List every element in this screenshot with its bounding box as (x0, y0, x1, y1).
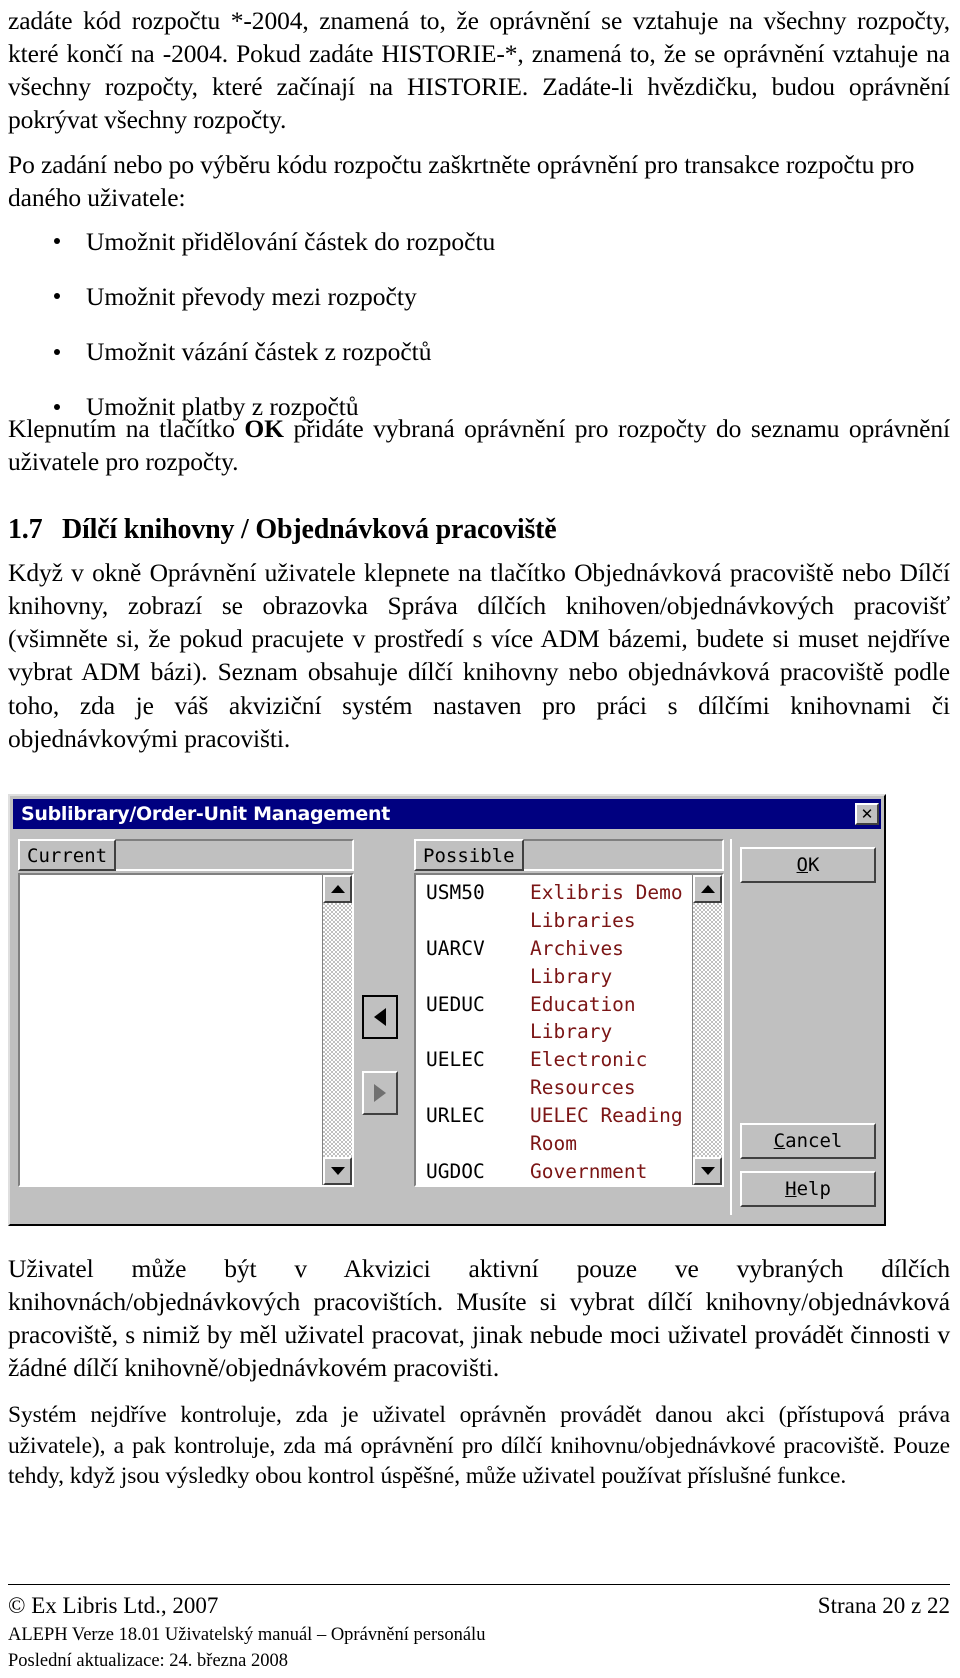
ok-instruction-prefix: Klepnutím na tlačítko (8, 414, 245, 443)
list-item-description: UELEC Reading Room (530, 1104, 683, 1155)
list-item[interactable]: UARCV Archives Library (416, 935, 692, 991)
list-item-code: UELEC (426, 1048, 485, 1072)
cancel-button-label: ancel (785, 1130, 843, 1152)
list-item: Umožnit vázání částek z rozpočtů (8, 335, 950, 368)
current-list-items[interactable] (20, 875, 322, 1185)
page-title: 1.7 Dílčí knihovny / Objednávková pracovi… (8, 513, 950, 547)
list-item: Umožnit převody mezi rozpočty (8, 280, 950, 313)
dialog-button-column: OK Cancel Help (730, 839, 878, 1215)
bullet-dot-icon (54, 348, 60, 355)
ok-button-reference: OK (244, 414, 284, 443)
sublibrary-management-dialog: Sublibrary/Order-Unit Management ✕ Curre… (8, 794, 886, 1226)
possible-panel-header: Possible (414, 839, 724, 871)
caret-down-icon (330, 1167, 345, 1175)
list-item[interactable]: UEDUC Education Library (416, 991, 692, 1047)
manual-version-line: ALEPH Verze 18.01 Uživatelský manuál – O… (8, 1624, 486, 1645)
section-paragraph-block: Když v okně Oprávnění uživatele klepnete… (8, 556, 950, 755)
transfer-buttons (362, 995, 406, 1147)
scroll-up-button[interactable] (693, 875, 722, 903)
list-item[interactable]: UELEC Electronic Resources (416, 1046, 692, 1102)
possible-list-items[interactable]: USM50 Exlibris Demo Libraries UARCV Arch… (416, 875, 692, 1185)
scrollbar-track[interactable] (693, 903, 722, 1157)
section-heading-block: 1.7 Dílčí knihovny / Objednávková pracovi… (8, 513, 950, 547)
dialog-body: Current Possible USM50 Exlibris Demo Lib… (10, 829, 884, 1225)
last-update-line: Poslední aktualizace: 24. března 2008 (8, 1651, 288, 1672)
current-list[interactable] (18, 873, 354, 1187)
caret-up-icon (700, 885, 715, 893)
dialog-titlebar: Sublibrary/Order-Unit Management ✕ (13, 799, 881, 829)
possible-panel-label: Possible (414, 839, 524, 871)
current-panel-label: Current (18, 839, 117, 871)
list-item-description: Education Library (530, 992, 636, 1044)
list-item: Umožnit přidělování částek do rozpočtu (8, 225, 950, 258)
caret-down-icon (700, 1167, 715, 1175)
ok-button[interactable]: OK (740, 847, 876, 883)
list-item-label: Umožnit vázání částek z rozpočtů (86, 337, 432, 367)
closing-paragraph: Uživatel může být v Akvizici aktivní pou… (8, 1254, 950, 1383)
possible-filter-input[interactable] (521, 839, 724, 871)
page-footer: © Ex Libris Ltd., 2007 Strana 20 z 22 AL… (8, 1592, 950, 1674)
current-filter-input[interactable] (114, 839, 354, 871)
list-item[interactable]: USM50 Exlibris Demo Libraries (416, 879, 692, 935)
footer-divider (8, 1584, 950, 1585)
list-item-label: Umožnit přidělování částek do rozpočtu (86, 227, 496, 256)
list-item-description: Government Documents (530, 1159, 648, 1183)
bullet-dot-icon (54, 238, 60, 245)
ok-instruction-block: Klepnutím na tlačítko OK přidáte vybraná… (8, 412, 950, 478)
caret-up-icon (330, 885, 345, 893)
section-number: 1.7 (8, 514, 43, 545)
section-paragraph: Když v okně Oprávnění uživatele klepnete… (8, 558, 950, 753)
page-number: Strana 20 z 22 (817, 1593, 950, 1618)
document-page: zadáte kód rozpočtu *-2004, znamená to, … (0, 0, 960, 1678)
current-panel-header: Current (18, 839, 354, 871)
help-button[interactable]: Help (740, 1171, 876, 1207)
dialog-title: Sublibrary/Order-Unit Management (21, 803, 391, 825)
list-item-description: Archives Library (530, 936, 624, 988)
cancel-button-mnemonic: C (773, 1130, 786, 1152)
bullet-dot-icon (54, 403, 60, 410)
cancel-button[interactable]: Cancel (740, 1123, 876, 1159)
section-title: Dílčí knihovny / Objednávková pracoviště (62, 514, 557, 545)
intro-paragraph: zadáte kód rozpočtu *-2004, znamená to, … (8, 6, 950, 135)
list-item-code: URLEC (426, 1104, 485, 1127)
list-item-code: UGDOC (426, 1159, 485, 1183)
list-item-code: UARCV (426, 936, 485, 960)
closing-paragraph-2: Systém nejdříve kontroluje, zda je uživa… (8, 1402, 950, 1490)
close-icon[interactable]: ✕ (855, 803, 879, 825)
help-button-mnemonic: H (785, 1178, 797, 1200)
scrollbar-track[interactable] (323, 903, 352, 1157)
possible-list-scrollbar[interactable] (692, 875, 722, 1185)
closing-paragraph-block: Uživatel může být v Akvizici aktivní pou… (8, 1252, 950, 1385)
intro-paragraph-block: zadáte kód rozpočtu *-2004, znamená to, … (8, 4, 950, 137)
help-button-label: elp (796, 1178, 831, 1200)
bullet-dot-icon (54, 293, 60, 300)
current-panel: Current (18, 839, 354, 1187)
list-item-code: UEDUC (426, 992, 485, 1016)
current-list-scrollbar[interactable] (322, 875, 352, 1185)
ok-button-label: K (808, 854, 820, 876)
arrow-right-icon (374, 1084, 386, 1102)
list-item-description: Exlibris Demo Libraries (530, 881, 683, 932)
list-item-label: Umožnit převody mezi rozpočty (86, 282, 417, 312)
move-right-button[interactable] (362, 1071, 398, 1115)
move-left-button[interactable] (362, 995, 398, 1039)
list-item[interactable]: URLEC UELEC Reading Room (416, 1102, 692, 1158)
ok-instruction-paragraph: Klepnutím na tlačítko OK přidáte vybraná… (8, 412, 950, 478)
list-item-code: USM50 (426, 881, 485, 904)
closing-paragraph-2-block: Systém nejdříve kontroluje, zda je uživa… (8, 1400, 950, 1492)
possible-panel: Possible USM50 Exlibris Demo Libraries U… (414, 839, 724, 1187)
list-item[interactable]: UGDOC Government Documents (416, 1158, 692, 1185)
possible-list[interactable]: USM50 Exlibris Demo Libraries UARCV Arch… (414, 873, 724, 1187)
ok-button-mnemonic: O (796, 854, 808, 876)
scroll-up-button[interactable] (323, 875, 352, 903)
lead-paragraph: Po zadání nebo po výběru kódu rozpočtu z… (8, 150, 915, 213)
lead-paragraph-block: Po zadání nebo po výběru kódu rozpočtu z… (8, 148, 950, 214)
list-item-description: Electronic Resources (530, 1048, 648, 1100)
copyright-text: © Ex Libris Ltd., 2007 (8, 1593, 219, 1618)
scroll-down-button[interactable] (693, 1157, 722, 1185)
footer-top-row: © Ex Libris Ltd., 2007 Strana 20 z 22 (8, 1592, 950, 1621)
scroll-down-button[interactable] (323, 1157, 352, 1185)
arrow-left-icon (374, 1008, 386, 1026)
